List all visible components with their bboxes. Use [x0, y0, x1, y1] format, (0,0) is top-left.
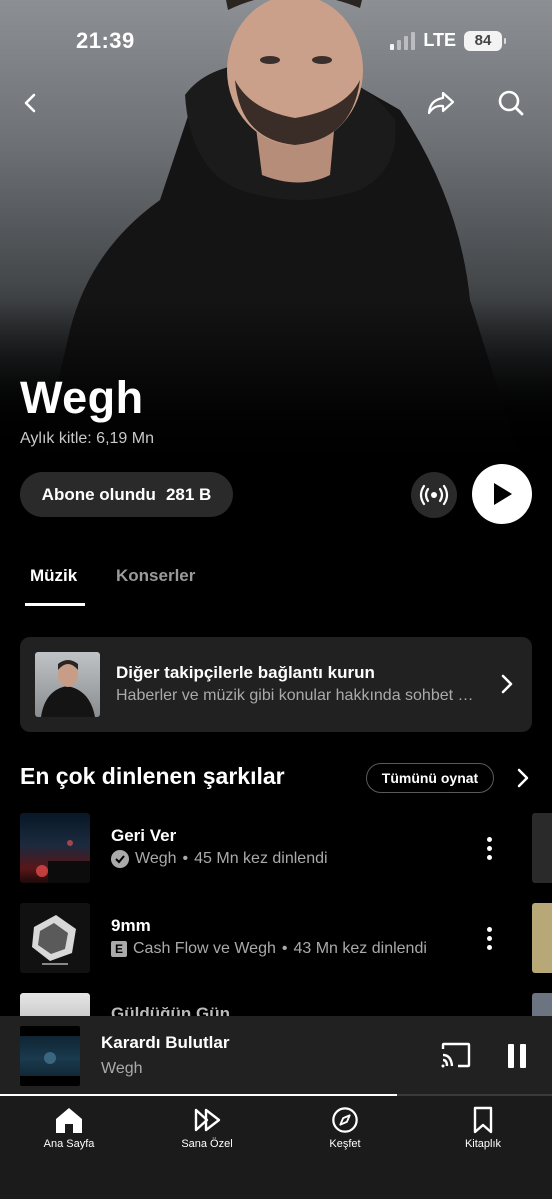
samples-icon	[194, 1108, 221, 1132]
nav-explore[interactable]: Keşfet	[290, 1106, 400, 1150]
artist-name: Wegh	[20, 372, 144, 423]
network-label: LTE	[423, 30, 456, 50]
home-icon	[56, 1108, 82, 1133]
song-plays: 43 Mn kez dinlendi	[293, 940, 427, 957]
play-icon	[494, 483, 512, 505]
now-playing-artist: Wegh	[101, 1060, 143, 1077]
play-button[interactable]	[472, 464, 532, 524]
song-artist: Cash Flow ve Wegh	[133, 940, 276, 957]
pause-icon	[508, 1044, 526, 1068]
connect-card-thumbnail	[35, 652, 100, 717]
now-playing-thumbnail	[20, 1026, 80, 1086]
radio-broadcast-icon	[419, 484, 449, 506]
status-time: 21:39	[76, 28, 135, 53]
song-meta: E Cash Flow ve Wegh • 43 Mn kez dinlendi	[111, 940, 456, 958]
connect-card-title: Diğer takipçilerle bağlantı kurun	[116, 663, 375, 682]
back-button[interactable]	[10, 83, 50, 123]
next-column-thumbnail	[532, 813, 552, 883]
bottom-navigation: Ana Sayfa Sana Özel Keşfet Kitaplık	[0, 1096, 552, 1199]
nav-home[interactable]: Ana Sayfa	[14, 1106, 124, 1150]
song-title[interactable]: Geri Ver	[111, 826, 176, 846]
nav-label: Kitaplık	[464, 1138, 502, 1150]
subscribe-label: Abone olundu	[41, 484, 156, 504]
song-artist: Wegh	[135, 850, 177, 867]
share-button[interactable]	[421, 83, 461, 123]
nav-label: Keşfet	[329, 1138, 361, 1150]
chevron-right-icon[interactable]	[516, 767, 530, 789]
nav-label: Ana Sayfa	[43, 1138, 95, 1150]
play-all-button[interactable]: Tümünü oynat	[366, 763, 494, 793]
search-icon	[498, 90, 524, 116]
nav-samples[interactable]: Sana Özel	[152, 1106, 262, 1150]
verified-icon	[111, 850, 129, 868]
song-meta: Wegh • 45 Mn kez dinlendi	[111, 850, 328, 868]
share-icon	[427, 91, 455, 115]
connect-card-subtitle: Haberler ve müzik gibi konular hakkında …	[116, 687, 480, 704]
monthly-listeners: Aylık kitle: 6,19 Mn	[20, 430, 154, 447]
now-playing-title: Karardı Bulutlar	[101, 1033, 230, 1052]
cast-icon	[441, 1042, 471, 1068]
song-menu-button[interactable]	[478, 833, 500, 863]
pause-button[interactable]	[506, 1043, 528, 1074]
next-column-thumbnail	[532, 903, 552, 973]
connect-with-followers-card[interactable]: Diğer takipçilerle bağlantı kurun Haberl…	[20, 637, 532, 732]
song-title[interactable]: 9mm	[111, 916, 151, 936]
song-menu-button[interactable]	[478, 923, 500, 953]
nav-label: Sana Özel	[181, 1138, 233, 1150]
subscriber-count: 281 B	[165, 484, 212, 504]
active-tab-indicator	[25, 603, 85, 606]
signal-icon	[390, 31, 416, 50]
nav-library[interactable]: Kitaplık	[428, 1106, 538, 1150]
battery-icon: 84	[464, 30, 506, 51]
explicit-icon: E	[111, 941, 127, 957]
bookmark-icon	[473, 1106, 493, 1134]
subscribe-button[interactable]: Abone olundu 281 B	[20, 472, 233, 517]
cast-button[interactable]	[440, 1041, 472, 1074]
song-plays: 45 Mn kez dinlendi	[194, 850, 328, 867]
tab-concerts[interactable]: Konserler	[116, 566, 195, 586]
radio-button[interactable]	[411, 472, 457, 518]
song-thumbnail[interactable]	[20, 903, 90, 973]
chevron-left-icon	[24, 93, 36, 113]
mini-player[interactable]: Karardı Bulutlar Wegh	[0, 1016, 552, 1096]
status-indicators: LTE 84	[390, 30, 506, 51]
tab-music[interactable]: Müzik	[30, 566, 77, 586]
section-title: En çok dinlenen şarkılar	[20, 763, 285, 789]
compass-icon	[332, 1107, 358, 1133]
chevron-right-icon	[501, 674, 513, 694]
song-thumbnail[interactable]	[20, 813, 90, 883]
search-button[interactable]	[491, 83, 531, 123]
